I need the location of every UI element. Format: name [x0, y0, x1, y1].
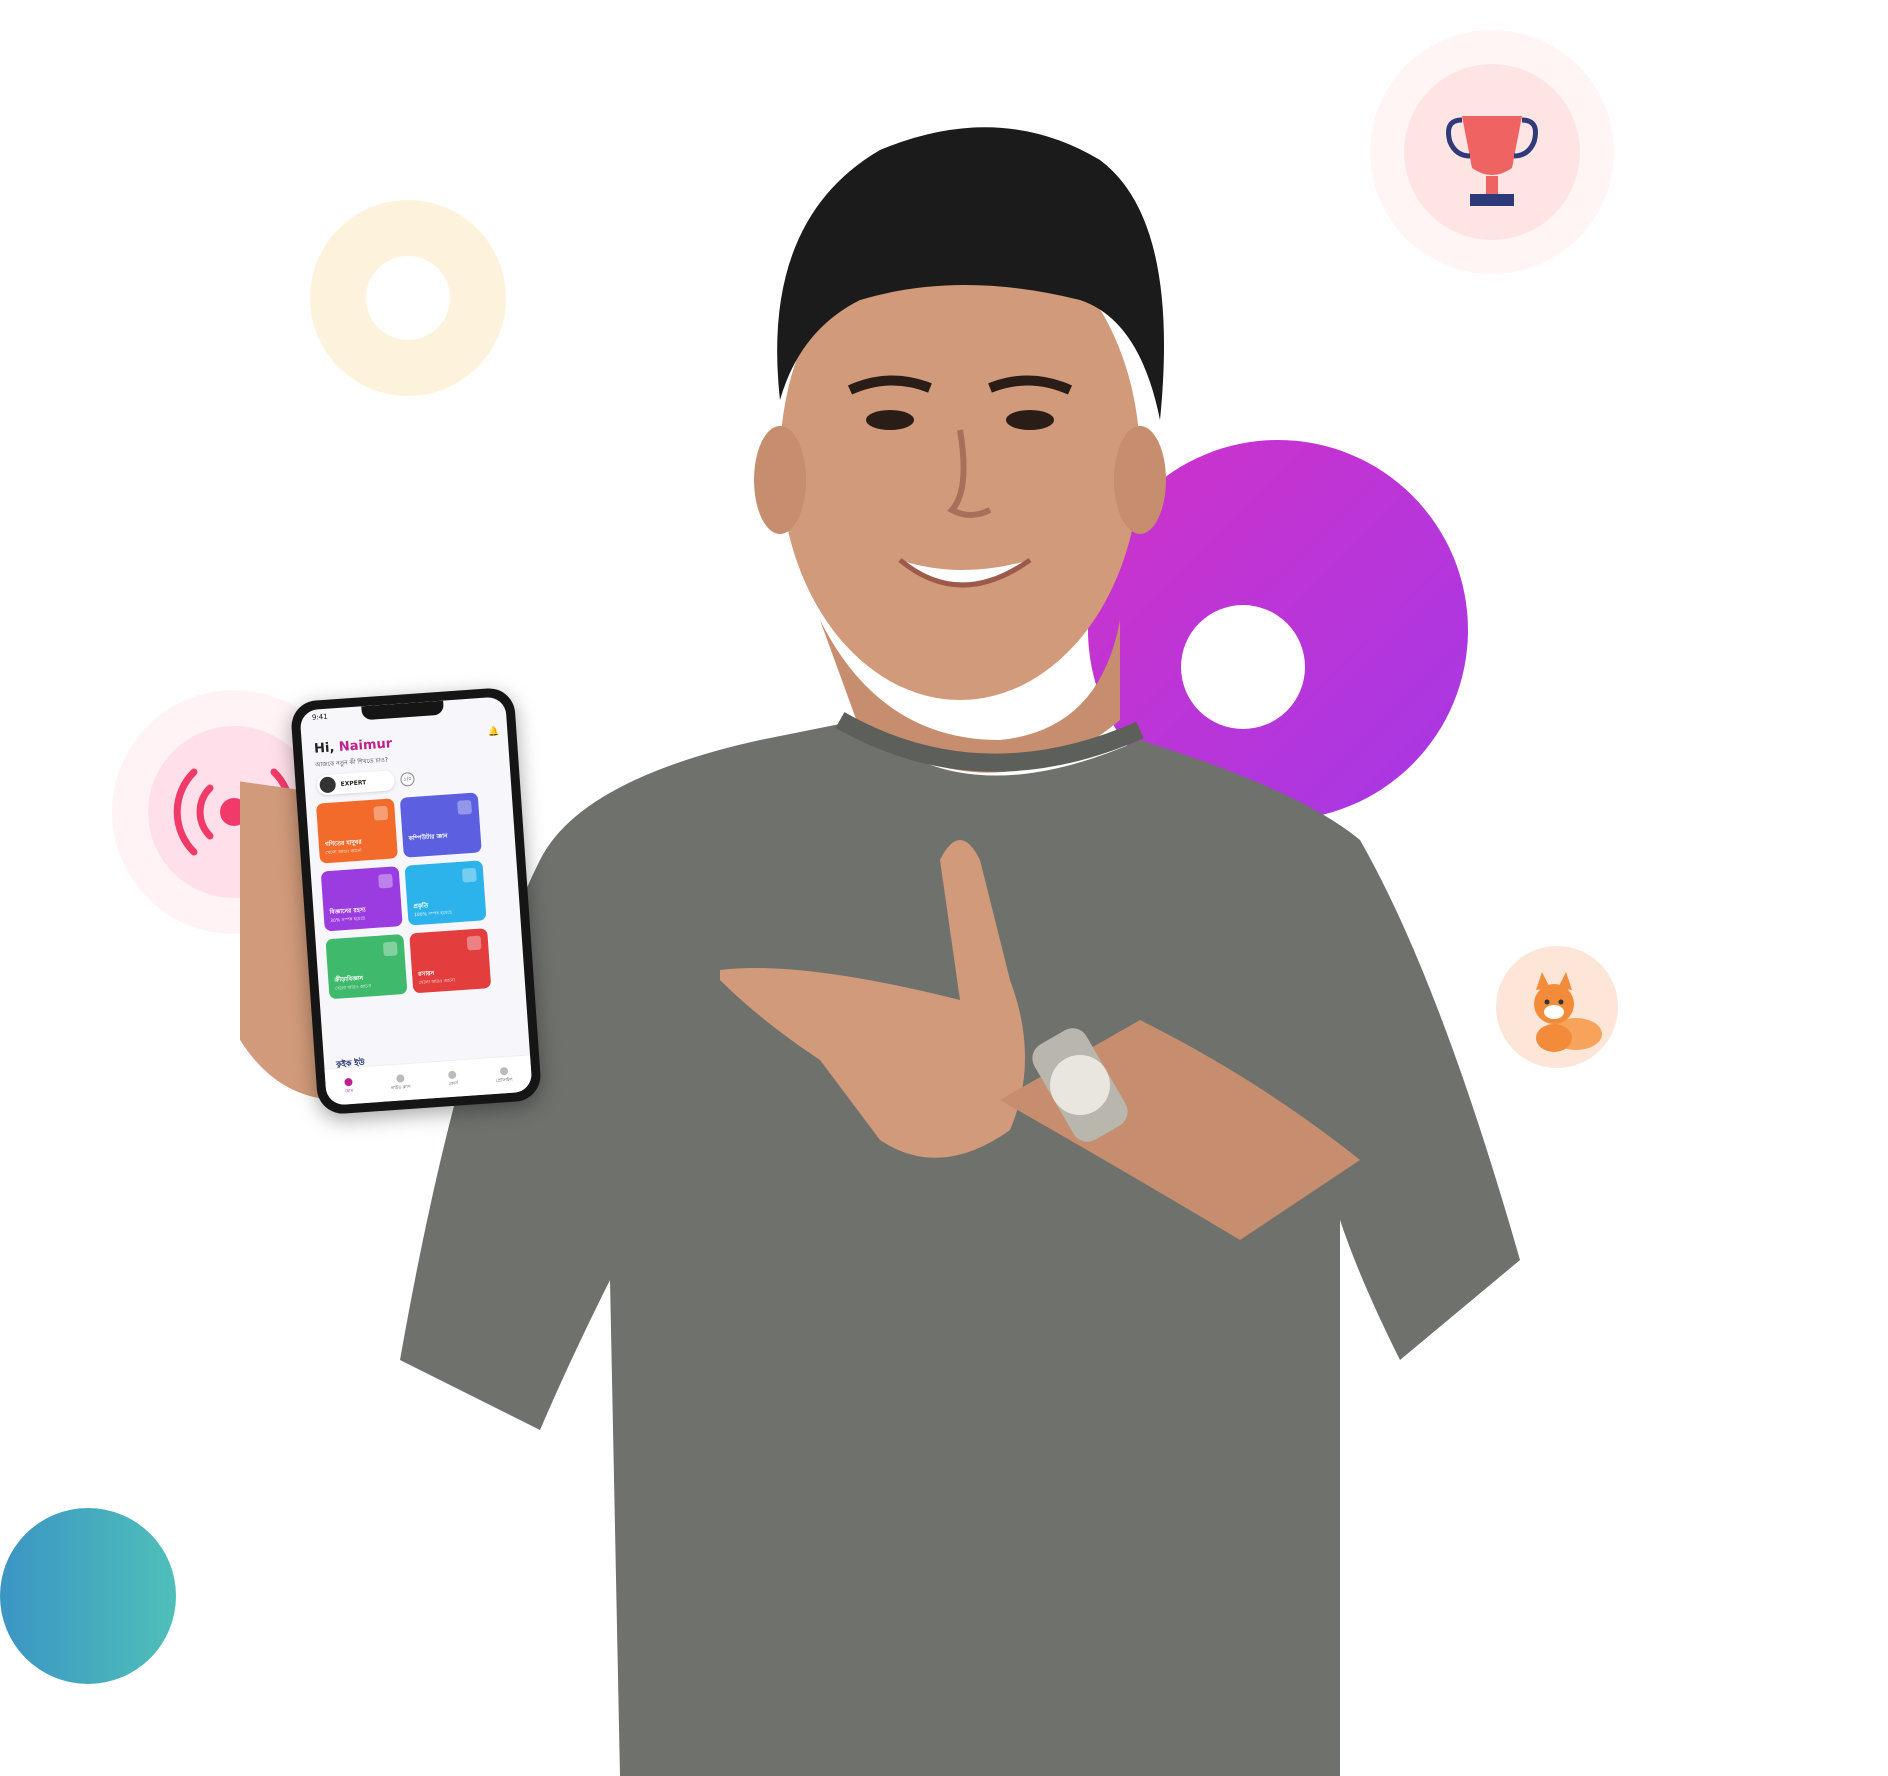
subject-card-nature[interactable]: প্রকৃতি 100% সম্পন্ন হয়েছে [404, 860, 487, 926]
nav-item-profile[interactable]: প্রোফাইল [495, 1066, 513, 1084]
greeting-name: Naimur [338, 736, 393, 755]
home-icon [344, 1077, 353, 1086]
card-icon [466, 935, 482, 951]
decorative-circle-teal [0, 1508, 176, 1684]
card-icon [461, 867, 477, 883]
subject-card-chemistry[interactable]: রসায়ন খেলো আরও জানো [409, 928, 492, 994]
card-icon [382, 941, 398, 957]
nav-item-live-class[interactable]: লাইভ ক্লাস [390, 1073, 411, 1091]
level-label: EXPERT [340, 779, 367, 788]
card-subtitle: খেলো আরও জানো [334, 984, 372, 992]
subject-card-sports[interactable]: ক্রীড়াবিজ্ঞান খেলো আরও জানো [325, 933, 408, 1000]
greeting: Hi, Naimur [314, 736, 393, 756]
avatar [319, 776, 337, 794]
card-subtitle: খেলো আরও জানো [418, 978, 456, 987]
nav-item-home[interactable]: হোম [344, 1077, 353, 1095]
status-time: 9:41 [311, 712, 328, 722]
greeting-subtitle: আজকে নতুন কী শিখতে চাও? [315, 756, 389, 769]
profile-icon [499, 1066, 508, 1076]
card-icon [378, 873, 394, 889]
nav-item-courses[interactable]: কোর্স [448, 1070, 458, 1088]
level-pill[interactable]: EXPERT [316, 770, 396, 796]
phone-notch [361, 700, 445, 721]
live-icon [395, 1073, 405, 1083]
book-icon [448, 1070, 457, 1079]
card-subtitle: 30% সম্পন্ন হয়েছে [330, 916, 366, 925]
card-subtitle: 100% সম্পন্ন হয়েছে [413, 910, 452, 919]
notification-icon[interactable]: 🔔 [488, 727, 500, 738]
subject-card-science[interactable]: বিজ্ঞানের রহস্য 30% সম্পন্ন হয়েছে [320, 866, 403, 932]
level-progress-badge: ১/৫ [400, 771, 415, 787]
card-title: কম্পিউটার জ্ঞান [408, 832, 448, 843]
greeting-prefix: Hi, [313, 740, 335, 757]
card-subtitle: খেলো আরও জানো [325, 848, 362, 857]
subject-card-math[interactable]: গণিতের যাদুঘর খেলো আরও জানো [315, 798, 398, 864]
card-icon [373, 805, 389, 821]
subject-card-computer[interactable]: কম্পিউটার জ্ঞান [399, 792, 482, 858]
card-icon [457, 799, 473, 815]
phone-screen: 9:41 🔔 Hi, Naimur আজকে নতুন কী শিখতে চাও… [299, 696, 533, 1106]
smartphone: 9:41 🔔 Hi, Naimur আজকে নতুন কী শিখতে চাও… [289, 686, 543, 1116]
